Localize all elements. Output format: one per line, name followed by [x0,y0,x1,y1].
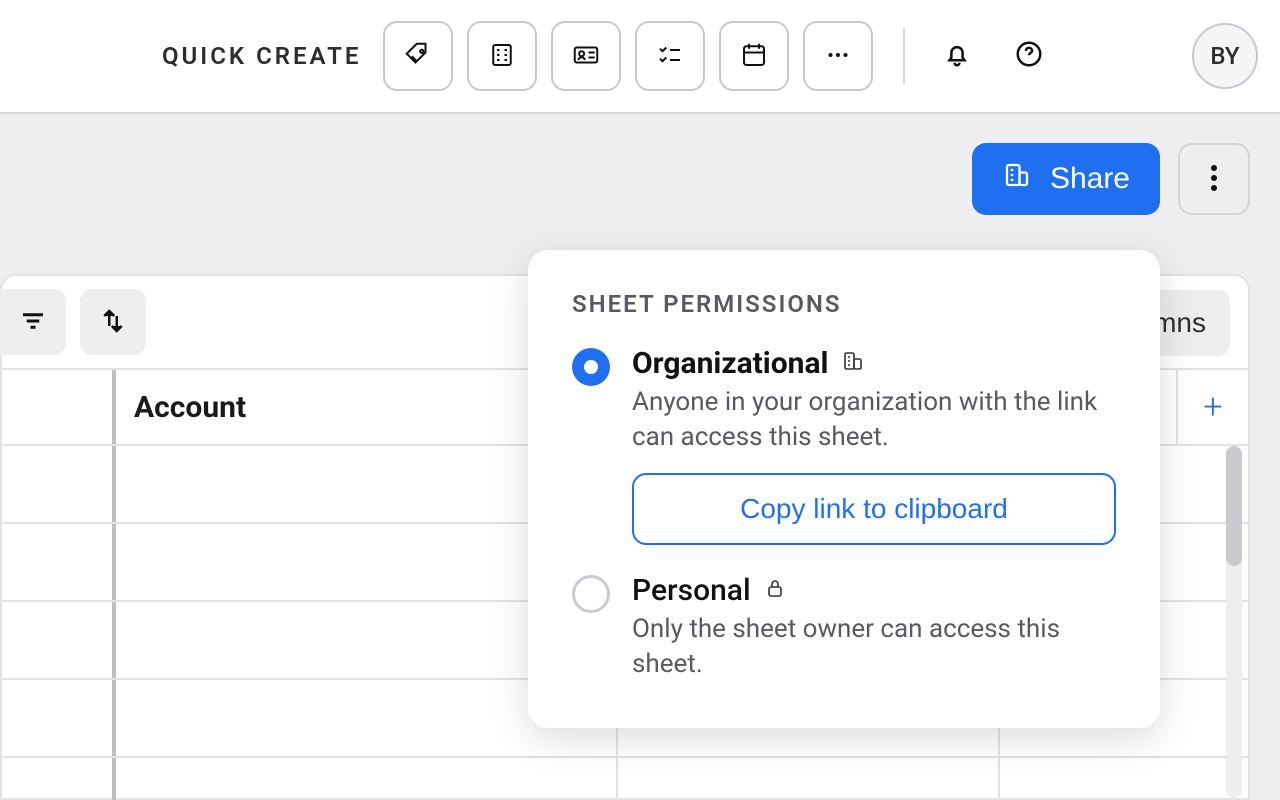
lock-icon [763,573,787,608]
quick-create-task-button[interactable] [635,21,705,91]
help-button[interactable] [1007,34,1051,78]
bell-icon [942,39,972,73]
top-bar: QUICK CREATE [0,0,1280,114]
quick-create-more-button[interactable] [803,21,873,91]
org-icon [841,346,865,381]
table-row[interactable] [2,758,1248,800]
calendar-icon [739,40,769,73]
permission-desc-organizational: Anyone in your organization with the lin… [632,385,1116,455]
permission-label-organizational: Organizational [632,346,1116,381]
scrollbar-thumb[interactable] [1226,446,1242,566]
filter-button[interactable] [0,289,66,355]
permission-desc-personal: Only the sheet owner can access this she… [632,612,1116,682]
action-more-button[interactable] [1178,143,1250,215]
radio-personal[interactable] [572,575,610,613]
manage-columns-label: mns [1153,307,1206,338]
org-icon [1002,160,1032,198]
permission-option-organizational[interactable]: Organizational Anyone in your organizati… [572,346,1116,545]
checklist-icon [655,40,685,73]
sort-button[interactable] [80,289,146,355]
topbar-separator [903,28,905,84]
share-button-label: Share [1050,162,1130,196]
sort-icon [98,306,128,339]
copy-link-button[interactable]: Copy link to clipboard [632,473,1116,545]
quick-create-event-button[interactable] [719,21,789,91]
popover-title: SHEET PERMISSIONS [572,290,1116,318]
kebab-icon [1210,163,1218,196]
quick-create-tag-button[interactable] [383,21,453,91]
scrollbar[interactable] [1226,446,1242,798]
id-card-icon [571,40,601,73]
quick-create-contact-button[interactable] [551,21,621,91]
quick-create-building-button[interactable] [467,21,537,91]
help-icon [1014,39,1044,73]
quick-create-label: QUICK CREATE [162,42,361,70]
checkbox-column-header[interactable] [2,370,116,444]
filter-icon [18,306,48,339]
permission-label-personal: Personal [632,573,1116,608]
avatar-initials: BY [1210,42,1239,70]
tag-icon [403,40,433,73]
permission-option-personal[interactable]: Personal Only the sheet owner can access… [572,573,1116,682]
radio-organizational[interactable] [572,348,610,386]
share-button[interactable]: Share [972,143,1160,215]
notifications-button[interactable] [935,34,979,78]
add-column-button[interactable]: + [1176,370,1248,444]
action-bar: Share [0,114,1280,244]
avatar[interactable]: BY [1192,23,1258,89]
ellipsis-icon [823,40,853,73]
building-icon [487,40,517,73]
share-popover: SHEET PERMISSIONS Organizational Anyone … [528,250,1160,728]
